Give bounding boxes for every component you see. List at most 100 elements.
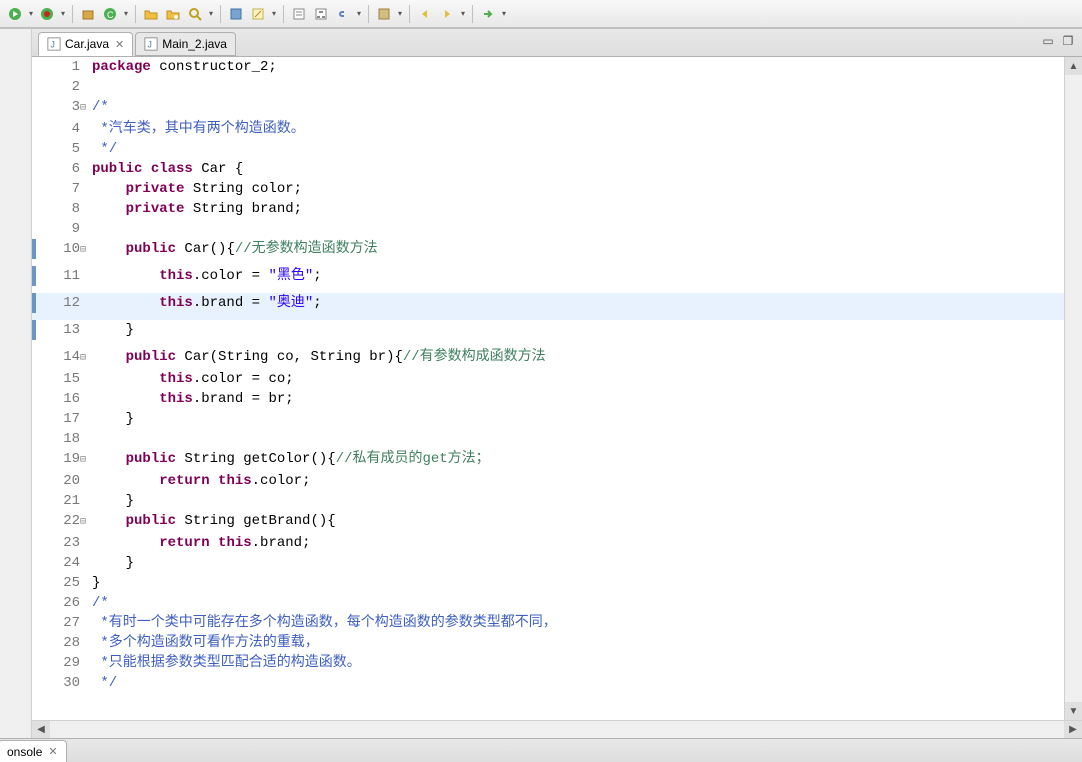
code-line[interactable]: 25} (32, 573, 1064, 593)
code-line[interactable]: 26/* (32, 593, 1064, 613)
next-icon[interactable] (478, 4, 498, 24)
new-package-icon[interactable] (78, 4, 98, 24)
code-line[interactable]: 17 } (32, 409, 1064, 429)
code-content[interactable]: } (92, 553, 1064, 573)
fold-toggle-icon[interactable]: ⊟ (80, 455, 86, 466)
code-line[interactable]: 14⊟ public Car(String co, String br){//有… (32, 347, 1064, 369)
code-content[interactable]: } (92, 409, 1064, 429)
code-content[interactable]: /* (92, 97, 1064, 119)
code-content[interactable]: public Car(){//无参数构造函数方法 (92, 239, 1064, 266)
link-icon[interactable] (333, 4, 353, 24)
code-editor[interactable]: 1package constructor_2;2 3⊟/*4 *汽车类，其中有两… (32, 57, 1064, 720)
code-content[interactable]: } (92, 320, 1064, 347)
code-content[interactable]: this.color = co; (92, 369, 1064, 389)
code-line[interactable]: 6public class Car { (32, 159, 1064, 179)
code-content[interactable]: this.brand = "奥迪"; (92, 293, 1064, 320)
code-line[interactable]: 18 (32, 429, 1064, 449)
open-folder-icon[interactable] (141, 4, 161, 24)
fold-toggle-icon[interactable]: ⊟ (80, 517, 86, 528)
code-line[interactable]: 4 *汽车类，其中有两个构造函数。 (32, 119, 1064, 139)
code-content[interactable]: public String getColor(){//私有成员的get方法； (92, 449, 1064, 471)
code-line[interactable]: 8 private String brand; (32, 199, 1064, 219)
code-line[interactable]: 1package constructor_2; (32, 57, 1064, 77)
tab-main2-java[interactable]: J Main_2.java (135, 32, 236, 56)
code-content[interactable]: /* (92, 593, 1064, 613)
fold-toggle-icon[interactable]: ⊟ (80, 103, 86, 114)
scroll-right-icon[interactable]: ▶ (1064, 721, 1082, 739)
toggle-mark-icon[interactable] (226, 4, 246, 24)
run-icon[interactable] (5, 4, 25, 24)
console-tab[interactable]: onsole ✕ (0, 740, 67, 762)
code-content[interactable]: private String brand; (92, 199, 1064, 219)
code-line[interactable]: 29 *只能根据参数类型匹配合适的构造函数。 (32, 653, 1064, 673)
code-line[interactable]: 15 this.color = co; (32, 369, 1064, 389)
code-line[interactable]: 3⊟/* (32, 97, 1064, 119)
dropdown-icon[interactable]: ▾ (121, 4, 131, 24)
code-line[interactable]: 13 } (32, 320, 1064, 347)
new-class-icon[interactable]: C (100, 4, 120, 24)
code-content[interactable]: this.color = "黑色"; (92, 266, 1064, 293)
code-line[interactable]: 9 (32, 219, 1064, 239)
code-content[interactable]: public String getBrand(){ (92, 511, 1064, 533)
code-content[interactable]: */ (92, 139, 1064, 159)
code-content[interactable] (92, 219, 1064, 239)
scroll-up-icon[interactable]: ▲ (1065, 57, 1082, 75)
code-content[interactable] (92, 429, 1064, 449)
scroll-down-icon[interactable]: ▼ (1065, 702, 1082, 720)
code-line[interactable]: 22⊟ public String getBrand(){ (32, 511, 1064, 533)
code-line[interactable]: 28 *多个构造函数可看作方法的重载， (32, 633, 1064, 653)
back-icon[interactable] (415, 4, 435, 24)
code-line[interactable]: 12 this.brand = "奥迪"; (32, 293, 1064, 320)
code-line[interactable]: 24 } (32, 553, 1064, 573)
code-line[interactable]: 21 } (32, 491, 1064, 511)
code-content[interactable]: } (92, 491, 1064, 511)
vertical-scrollbar[interactable]: ▲ ▼ (1064, 57, 1082, 720)
code-content[interactable]: *只能根据参数类型匹配合适的构造函数。 (92, 653, 1064, 673)
code-line[interactable]: 16 this.brand = br; (32, 389, 1064, 409)
code-content[interactable]: package constructor_2; (92, 57, 1064, 77)
fold-toggle-icon[interactable]: ⊟ (80, 245, 86, 256)
dropdown-icon[interactable]: ▾ (26, 4, 36, 24)
organize-icon[interactable] (374, 4, 394, 24)
code-line[interactable]: 23 return this.brand; (32, 533, 1064, 553)
close-icon[interactable]: ✕ (115, 38, 124, 51)
dropdown-icon[interactable]: ▾ (354, 4, 364, 24)
tab-car-java[interactable]: J Car.java ✕ (38, 32, 133, 56)
outline-icon[interactable] (289, 4, 309, 24)
code-content[interactable]: public Car(String co, String br){//有参数构成… (92, 347, 1064, 369)
code-line[interactable]: 11 this.color = "黑色"; (32, 266, 1064, 293)
forward-icon[interactable] (437, 4, 457, 24)
maximize-icon[interactable]: ❐ (1060, 33, 1076, 49)
scroll-left-icon[interactable]: ◀ (32, 721, 50, 739)
code-line[interactable]: 30 */ (32, 673, 1064, 693)
dropdown-icon[interactable]: ▾ (269, 4, 279, 24)
code-content[interactable]: return this.color; (92, 471, 1064, 491)
code-line[interactable]: 10⊟ public Car(){//无参数构造函数方法 (32, 239, 1064, 266)
hierarchy-icon[interactable] (311, 4, 331, 24)
code-content[interactable]: public class Car { (92, 159, 1064, 179)
code-content[interactable]: this.brand = br; (92, 389, 1064, 409)
minimize-icon[interactable]: ▭ (1040, 33, 1056, 49)
code-content[interactable]: return this.brand; (92, 533, 1064, 553)
code-content[interactable]: *汽车类，其中有两个构造函数。 (92, 119, 1064, 139)
code-line[interactable]: 5 */ (32, 139, 1064, 159)
code-content[interactable]: */ (92, 673, 1064, 693)
code-content[interactable]: private String color; (92, 179, 1064, 199)
code-content[interactable]: *多个构造函数可看作方法的重载， (92, 633, 1064, 653)
code-content[interactable]: *有时一个类中可能存在多个构造函数，每个构造函数的参数类型都不同， (92, 613, 1064, 633)
dropdown-icon[interactable]: ▾ (58, 4, 68, 24)
code-line[interactable]: 19⊟ public String getColor(){//私有成员的get方… (32, 449, 1064, 471)
dropdown-icon[interactable]: ▾ (206, 4, 216, 24)
open-type-icon[interactable] (163, 4, 183, 24)
code-line[interactable]: 2 (32, 77, 1064, 97)
dropdown-icon[interactable]: ▾ (458, 4, 468, 24)
code-line[interactable]: 7 private String color; (32, 179, 1064, 199)
search-icon[interactable] (185, 4, 205, 24)
code-line[interactable]: 27 *有时一个类中可能存在多个构造函数，每个构造函数的参数类型都不同， (32, 613, 1064, 633)
debug-icon[interactable] (37, 4, 57, 24)
dropdown-icon[interactable]: ▾ (499, 4, 509, 24)
code-content[interactable]: } (92, 573, 1064, 593)
code-line[interactable]: 20 return this.color; (32, 471, 1064, 491)
code-content[interactable] (92, 77, 1064, 97)
dropdown-icon[interactable]: ▾ (395, 4, 405, 24)
